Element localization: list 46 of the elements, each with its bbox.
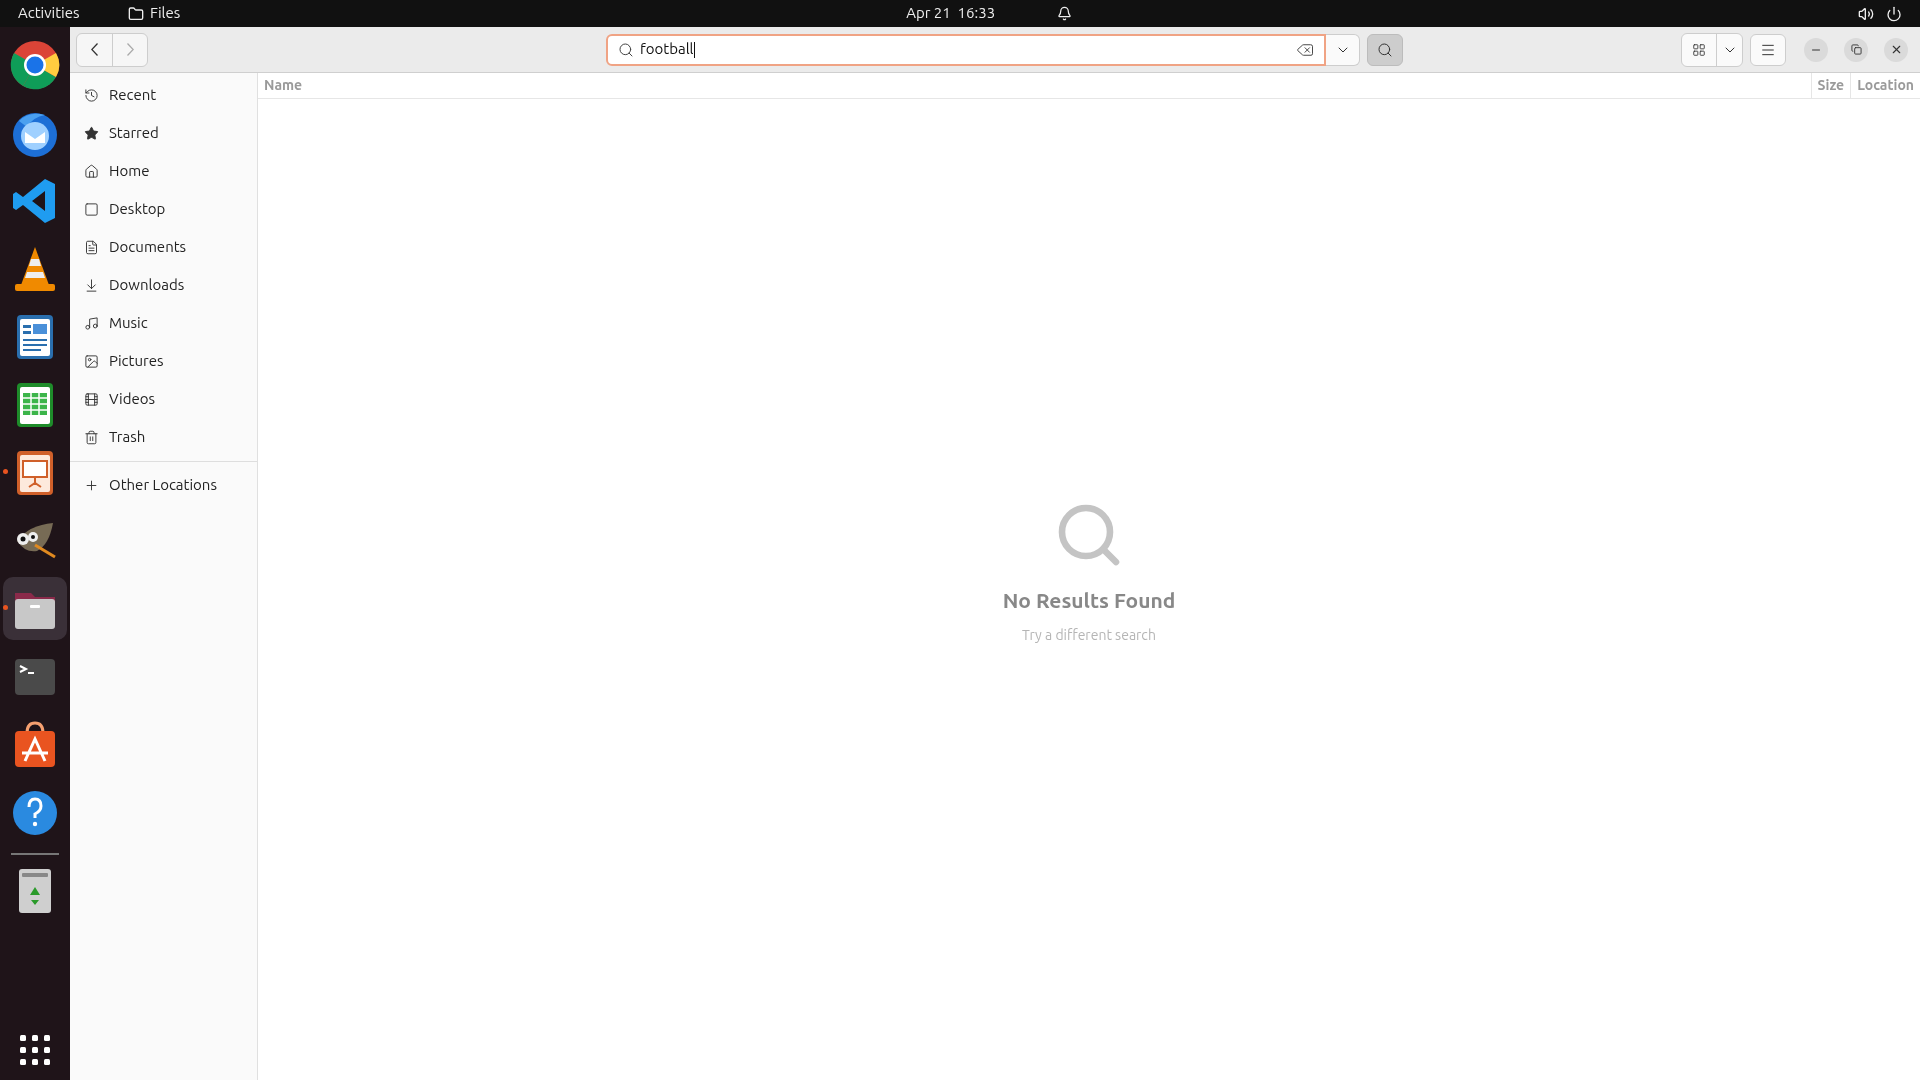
music-note-icon	[84, 315, 99, 331]
sidebar-item[interactable]: Starred	[70, 114, 257, 152]
sidebar-item[interactable]: Desktop	[70, 190, 257, 228]
sidebar-item[interactable]: Other Locations	[70, 467, 257, 503]
restore-button[interactable]	[1844, 37, 1868, 62]
empty-state-subtitle: Try a different search	[1022, 625, 1156, 645]
sidebar-item[interactable]: Recent	[70, 76, 257, 114]
star-icon	[84, 125, 99, 141]
app-grid-icon[interactable]	[19, 1034, 51, 1066]
volume-icon[interactable]	[1858, 5, 1874, 22]
grid-icon	[1692, 42, 1706, 57]
sidebar-item[interactable]: Videos	[70, 380, 257, 418]
clock[interactable]: Apr 21 16:33	[906, 2, 996, 25]
desktop-icon	[84, 201, 99, 217]
sidebar-item[interactable]: Pictures	[70, 342, 257, 380]
chrome-icon	[9, 38, 61, 91]
search-field[interactable]: football	[606, 33, 1326, 66]
menu-button[interactable]	[1750, 33, 1786, 66]
folder-icon	[128, 5, 144, 22]
sidebar-item[interactable]: Music	[70, 304, 257, 342]
restore-icon	[1850, 44, 1862, 55]
bell-icon[interactable]	[1057, 6, 1073, 21]
search-icon	[618, 41, 634, 58]
activities-button[interactable]: Activities	[18, 2, 128, 25]
film-icon	[84, 391, 99, 407]
sidebar-item[interactable]: Home	[70, 152, 257, 190]
sidebar-item[interactable]: Documents	[70, 228, 257, 266]
power-icon[interactable]	[1886, 5, 1902, 22]
chevron-left-icon	[91, 43, 98, 56]
sidebar-item[interactable]: Downloads	[70, 266, 257, 304]
app-menu[interactable]: Files	[150, 2, 181, 25]
dock-item[interactable]	[3, 577, 67, 640]
house-icon	[84, 163, 99, 179]
plus-icon	[84, 477, 99, 493]
sidebar-item[interactable]: Trash	[70, 418, 257, 456]
empty-state-title: No Results Found	[1002, 587, 1176, 614]
document-icon	[84, 239, 99, 255]
search-toggle-button[interactable]	[1367, 33, 1403, 66]
download-icon	[84, 277, 99, 293]
close-button[interactable]	[1884, 37, 1908, 62]
search-icon	[1377, 41, 1393, 58]
clock-icon	[84, 87, 99, 103]
image-icon	[84, 353, 99, 369]
trash-icon	[84, 429, 99, 445]
minimize-button[interactable]	[1804, 37, 1828, 62]
chevron-right-icon	[126, 43, 134, 56]
